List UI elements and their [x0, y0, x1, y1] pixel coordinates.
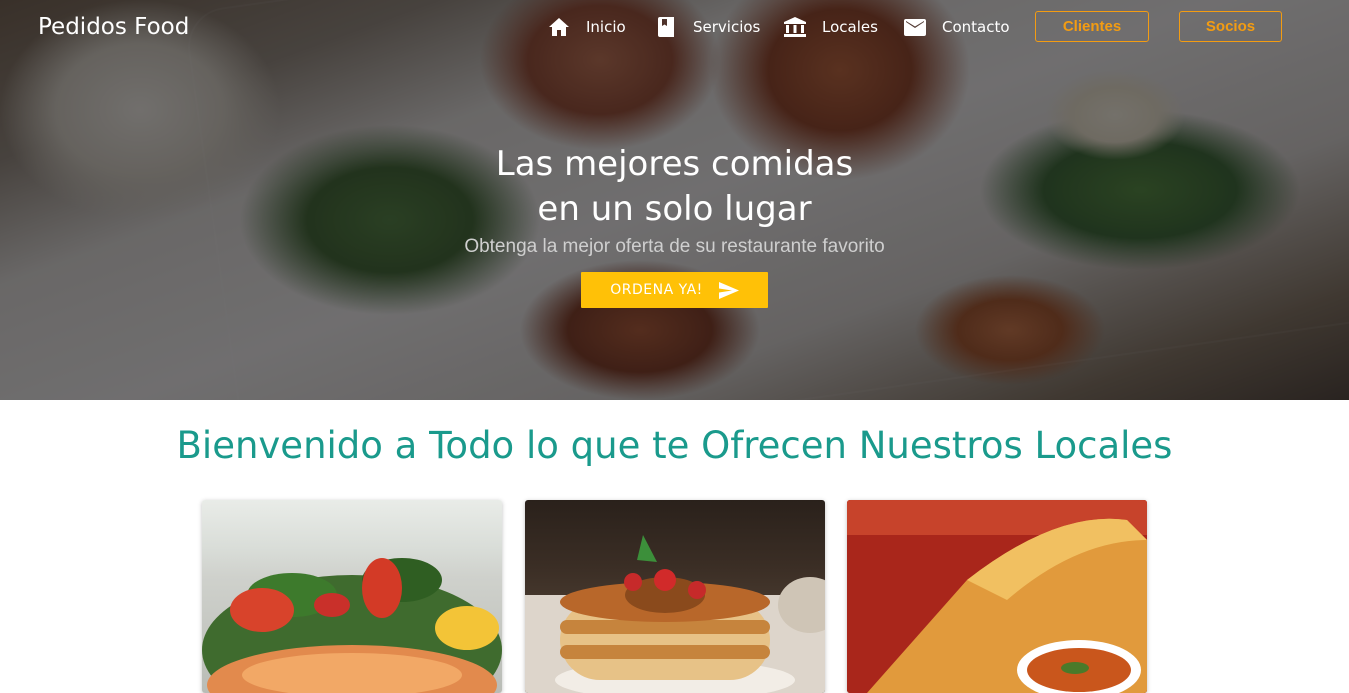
order-now-label: ORDENA YA! [610, 282, 703, 298]
book-icon [655, 16, 677, 38]
socios-button[interactable]: Socios [1179, 11, 1282, 42]
nav-servicios-label: Servicios [693, 18, 761, 36]
nav-locales-label: Locales [822, 18, 878, 36]
order-now-button[interactable]: ORDENA YA! [581, 272, 768, 308]
send-icon [718, 281, 739, 299]
hero-title-line1: Las mejores comidas [495, 144, 854, 184]
hero-banner: Pedidos Food Inicio Servicios Locales Co… [0, 0, 1349, 400]
salad-salmon-photo [202, 500, 502, 693]
mail-icon [904, 16, 926, 38]
hero-subtitle: Obtenga la mejor oferta de su restaurant… [464, 236, 885, 257]
nav-inicio-label: Inicio [586, 18, 626, 36]
card-salad[interactable] [202, 500, 502, 693]
nav-contacto-label: Contacto [942, 18, 1010, 36]
brand-logo[interactable]: Pedidos Food [38, 14, 189, 40]
dosa-soup-photo [847, 500, 1147, 693]
bank-icon [784, 16, 806, 38]
home-icon [548, 16, 570, 38]
pancakes-photo [525, 500, 825, 693]
nav-locales[interactable]: Locales [784, 14, 878, 40]
card-dosa[interactable] [847, 500, 1147, 693]
hero-title: Las mejores comidas en un solo lugar [0, 142, 1349, 232]
nav-inicio[interactable]: Inicio [548, 14, 626, 40]
hero-title-line2: en un solo lugar [537, 189, 812, 229]
clientes-button[interactable]: Clientes [1035, 11, 1149, 42]
nav-servicios[interactable]: Servicios [655, 14, 760, 40]
card-pancakes[interactable] [525, 500, 825, 693]
nav-contacto[interactable]: Contacto [904, 14, 1010, 40]
welcome-heading: Bienvenido a Todo lo que te Ofrecen Nues… [176, 424, 1173, 467]
